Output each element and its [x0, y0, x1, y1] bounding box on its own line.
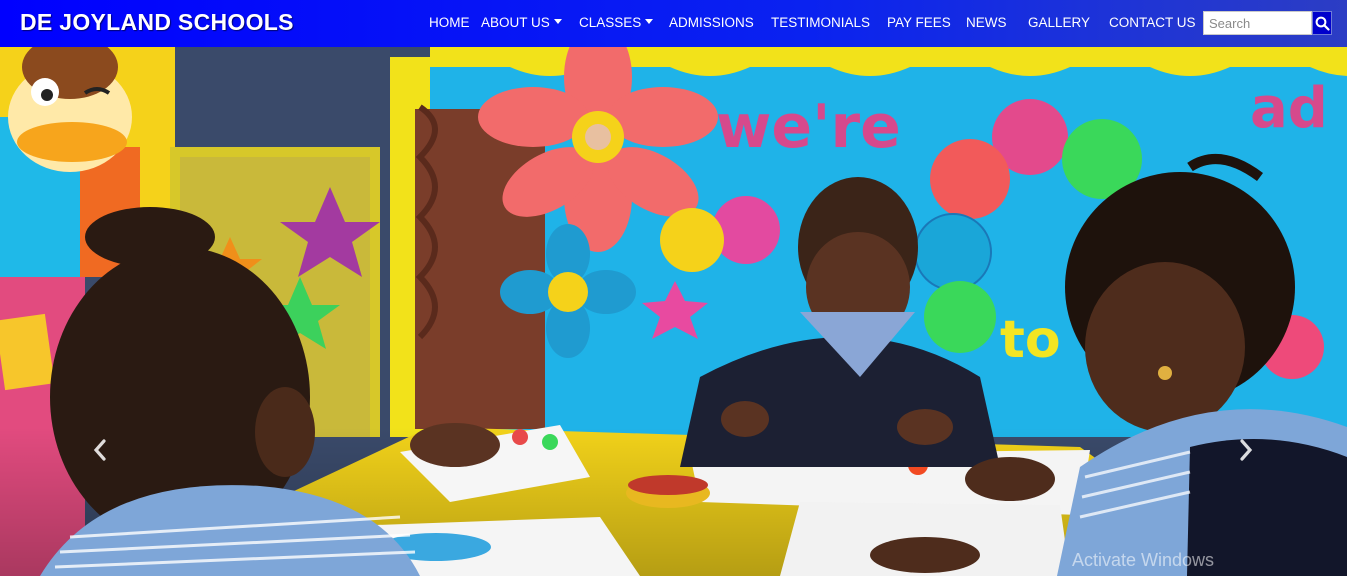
caret-down-icon: [553, 19, 562, 24]
top-navbar: DE JOYLAND SCHOOLS HOME ABOUT US CLASSES…: [0, 0, 1347, 47]
nav-pay-fees[interactable]: PAY FEES: [887, 15, 951, 31]
carousel-next-button[interactable]: [1238, 439, 1254, 466]
chevron-left-icon: [93, 439, 106, 461]
activate-windows-watermark: Activate Windows: [1072, 550, 1215, 570]
nav-about-us-label: ABOUT US: [481, 15, 550, 30]
svg-text:we're: we're: [716, 92, 901, 162]
svg-text:to: to: [1000, 310, 1061, 370]
search-input[interactable]: [1203, 11, 1312, 35]
nav-home[interactable]: HOME: [429, 15, 470, 31]
nav-about-us[interactable]: ABOUT US: [481, 15, 562, 31]
hero-photo-children-coloring: we're ad to: [0, 47, 1347, 576]
carousel-prev-button[interactable]: [92, 439, 108, 466]
chevron-right-icon: [1240, 439, 1253, 461]
nav-testimonials[interactable]: TESTIMONIALS: [771, 15, 870, 31]
nav-classes-label: CLASSES: [579, 15, 642, 30]
nav-gallery[interactable]: GALLERY: [1028, 15, 1090, 31]
nav-news[interactable]: NEWS: [966, 15, 1007, 31]
nav-admissions[interactable]: ADMISSIONS: [669, 15, 754, 31]
svg-text:ad: ad: [1250, 76, 1328, 141]
search-button[interactable]: [1312, 11, 1332, 35]
search-icon: [1315, 16, 1330, 31]
nav-contact-us[interactable]: CONTACT US: [1109, 15, 1196, 31]
hero-carousel: we're ad to: [0, 47, 1347, 576]
nav-classes[interactable]: CLASSES: [579, 15, 654, 31]
caret-down-icon: [645, 19, 654, 24]
brand-logo-text[interactable]: DE JOYLAND SCHOOLS: [20, 9, 294, 36]
